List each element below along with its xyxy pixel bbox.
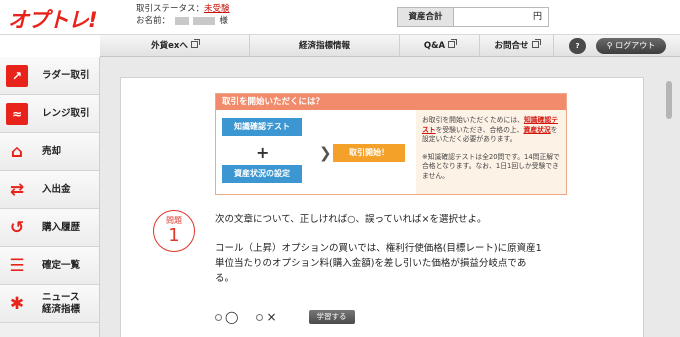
status-label: 取引ステータス： bbox=[136, 4, 205, 14]
masked-name-part bbox=[174, 16, 189, 25]
logo-tail: レ! bbox=[68, 8, 98, 32]
false-radio[interactable] bbox=[256, 313, 264, 321]
news-icon: ✱ bbox=[9, 293, 25, 314]
sidebar-item-history[interactable]: ↺ 購入履歴 bbox=[0, 209, 99, 247]
list-icon: ☰ bbox=[9, 255, 25, 276]
help-button[interactable]: ? bbox=[569, 38, 586, 54]
plus-icon: + bbox=[256, 143, 270, 162]
external-window-icon bbox=[448, 38, 458, 48]
sidebar-item-label: 入出金 bbox=[42, 183, 71, 195]
info-description: お取引を開始いただくためには、知識確認テストを受験いただき、合格の上、資産状況を… bbox=[416, 110, 566, 194]
total-assets: 資産合計 円 bbox=[397, 7, 549, 27]
total-assets-value: 円 bbox=[454, 8, 548, 26]
question-body: コール（上昇）オプションの買いでは、権利行使価格(目標レート)に原資産1単位当た… bbox=[215, 243, 542, 284]
sidebar-item-deposit-withdraw[interactable]: ⇄ 入出金 bbox=[0, 171, 99, 209]
name-label: お名前： bbox=[136, 16, 171, 26]
logout-button[interactable]: ⚲ ログアウト bbox=[596, 38, 666, 54]
header: オプトレ! 取引ステータス：未受験 お名前： 様 資産合計 円 bbox=[0, 0, 680, 35]
logout-label: ログアウト bbox=[615, 41, 656, 50]
question-badge-number: 1 bbox=[168, 225, 180, 246]
nav-economic-indicators[interactable]: 経済指標情報 bbox=[250, 34, 400, 57]
news-label-line1: ニュース bbox=[42, 291, 80, 303]
external-window-icon bbox=[190, 38, 200, 48]
sidebar-item-label: ニュース 経済指標 bbox=[42, 292, 80, 316]
sidebar-item-confirmed-list[interactable]: ☰ 確定一覧 bbox=[0, 247, 99, 285]
status-link[interactable]: 未受験 bbox=[204, 4, 230, 14]
test-panel: 取引を開始いただくには？ 知識確認テスト + 資産状況の設定 ❯ 取引開始！ お… bbox=[120, 77, 644, 337]
sidebar-item-label: レンジ取引 bbox=[42, 107, 90, 119]
news-label-line2: 経済指標 bbox=[42, 303, 81, 315]
info-paragraph-1: お取引を開始いただくためには、知識確認テストを受験いただき、合格の上、資産状況を… bbox=[422, 116, 558, 144]
chevron-right-icon: ❯ bbox=[319, 144, 332, 162]
sidebar-item-label: 確定一覧 bbox=[42, 259, 81, 271]
scrollbar[interactable] bbox=[666, 81, 673, 335]
ladder-chart-icon: ↗ bbox=[6, 64, 28, 87]
logo-main: オプト bbox=[8, 8, 69, 32]
nav-gaika-ex[interactable]: 外貨exへ bbox=[100, 34, 250, 57]
main-content: 取引を開始いただくには？ 知識確認テスト + 資産状況の設定 ❯ 取引開始！ お… bbox=[100, 57, 680, 337]
sidebar-item-label: 売却 bbox=[42, 145, 62, 157]
total-assets-label: 資産合計 bbox=[398, 8, 454, 26]
nav-label: 経済指標情報 bbox=[298, 40, 350, 51]
sidebar-item-label: 購入履歴 bbox=[42, 221, 81, 233]
nav-qa[interactable]: Q&A bbox=[400, 34, 480, 57]
question-number-badge: 問題 1 bbox=[153, 210, 195, 252]
start-trading-button[interactable]: 取引開始！ bbox=[333, 144, 405, 162]
info-steps: 知識確認テスト + 資産状況の設定 ❯ 取引開始！ bbox=[216, 110, 416, 194]
masked-name-part bbox=[192, 16, 215, 25]
info-title: 取引を開始いただくには？ bbox=[216, 94, 566, 110]
range-chart-icon: ≈ bbox=[6, 102, 28, 125]
answer-options: ◯ × 学習する bbox=[215, 310, 355, 324]
nav-label: お問合せ bbox=[494, 40, 529, 51]
logo[interactable]: オプトレ! bbox=[8, 4, 98, 34]
question-prompt: 次の文章について、正しければ○、誤っていれば×を選択せよ。 bbox=[215, 214, 487, 225]
history-icon: ↺ bbox=[9, 217, 25, 238]
asset-settings-button[interactable]: 資産状況の設定 bbox=[222, 165, 302, 183]
nav-label: Q&A bbox=[423, 40, 446, 51]
scroll-thumb[interactable] bbox=[666, 81, 672, 119]
sidebar-item-news[interactable]: ✱ ニュース 経済指標 bbox=[0, 285, 99, 323]
sidebar-item-ladder[interactable]: ↗ ラダー取引 bbox=[0, 57, 99, 95]
nav-contact[interactable]: お問合せ bbox=[480, 34, 554, 57]
knowledge-test-button[interactable]: 知識確認テスト bbox=[222, 118, 302, 136]
transfer-arrows-icon: ⇄ bbox=[9, 179, 25, 200]
name-suffix: 様 bbox=[219, 16, 228, 26]
info-paragraph-2: ※知識確認テストは全20問です。14問正解で合格となります。なお、1日1回しか受… bbox=[422, 152, 560, 180]
nav-label: 外貨exへ bbox=[151, 40, 188, 51]
true-radio[interactable] bbox=[215, 313, 222, 321]
account-status: 取引ステータス：未受験 お名前： 様 bbox=[136, 3, 230, 27]
top-nav: 外貨exへ 経済指標情報 Q&A お問合せ ? ⚲ ログアウト bbox=[100, 34, 680, 57]
sidebar-item-range[interactable]: ≈ レンジ取引 bbox=[0, 95, 99, 133]
sell-icon: ⌂ bbox=[10, 141, 24, 162]
external-window-icon bbox=[531, 38, 541, 48]
sidebar-item-label: ラダー取引 bbox=[42, 69, 90, 81]
info-body: 知識確認テスト + 資産状況の設定 ❯ 取引開始！ お取引を開始いただくためには… bbox=[216, 110, 566, 194]
sidebar: ↗ ラダー取引 ≈ レンジ取引 ⌂ 売却 ⇄ 入出金 ↺ 購入履歴 ☰ 確定一覧… bbox=[0, 57, 100, 337]
asset-status-link[interactable]: 資産状況 bbox=[523, 126, 550, 134]
false-option-label: × bbox=[266, 310, 277, 324]
true-option-label: ◯ bbox=[225, 310, 239, 324]
study-button[interactable]: 学習する bbox=[308, 310, 355, 324]
sidebar-item-sell[interactable]: ⌂ 売却 bbox=[0, 133, 99, 171]
how-to-start-box: 取引を開始いただくには？ 知識確認テスト + 資産状況の設定 ❯ 取引開始！ お… bbox=[215, 93, 567, 195]
